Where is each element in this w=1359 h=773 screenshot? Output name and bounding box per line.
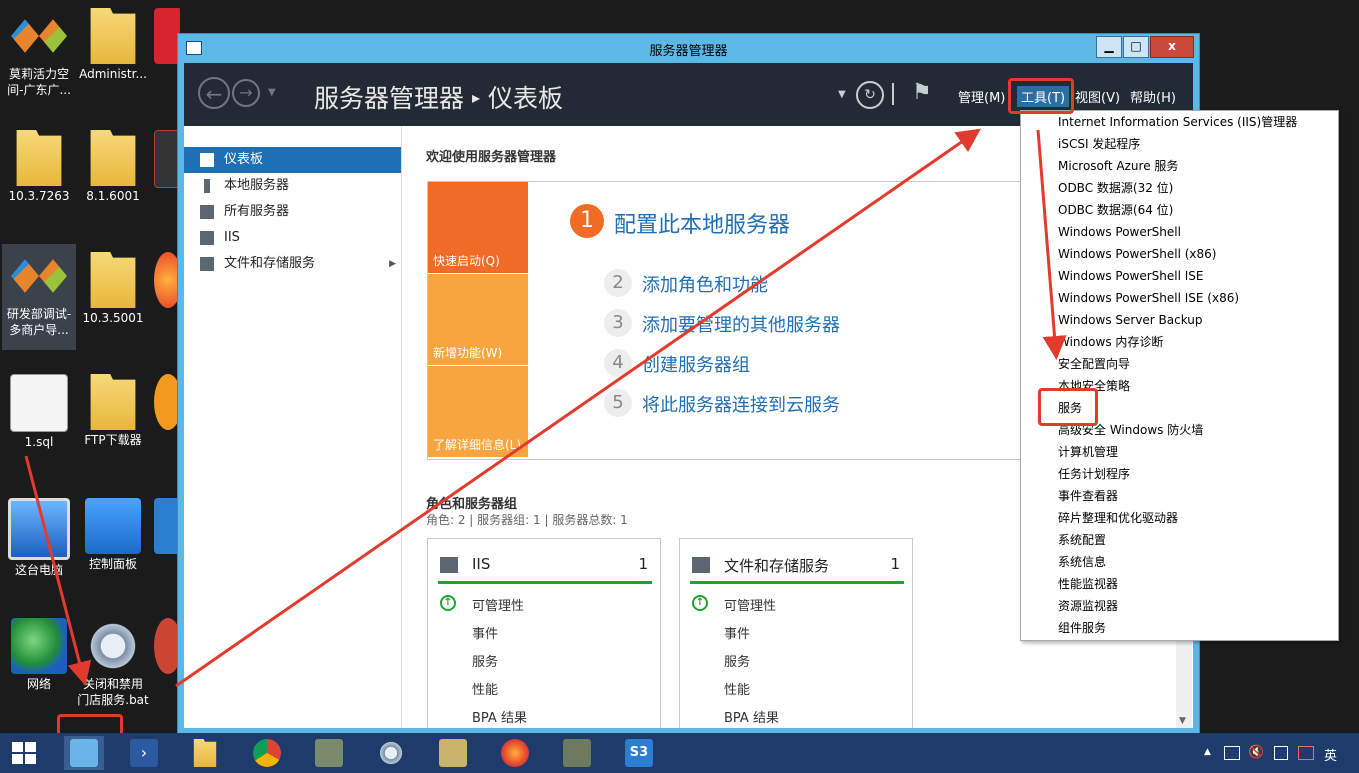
taskbar-file-explorer[interactable] (185, 736, 225, 770)
taskbar-network-tools[interactable] (433, 736, 473, 770)
file-explorer-icon (193, 739, 217, 767)
network-status-icon[interactable] (1224, 746, 1240, 760)
chrome-icon (253, 739, 281, 767)
taskbar-filezilla[interactable] (309, 736, 349, 770)
settings-gear-icon (377, 739, 405, 767)
taskbar-firefox[interactable] (495, 736, 535, 770)
s3-browser-icon: S3 (625, 739, 653, 767)
action-center-icon[interactable] (1274, 746, 1288, 760)
annotation-arrows (24, 128, 1067, 688)
arrow-to-taskbar (24, 455, 92, 686)
power-icon[interactable] (1298, 746, 1314, 760)
ime-indicator[interactable]: 英 (1324, 745, 1337, 764)
taskbar-settings[interactable] (371, 736, 411, 770)
start-button[interactable] (4, 736, 44, 770)
taskbar-filezilla-server[interactable] (557, 736, 597, 770)
volume-muted-icon[interactable]: 🔇 (1248, 745, 1264, 760)
taskbar: › S3 ▲ 🔇 英 (0, 733, 1359, 773)
firefox-icon (501, 739, 529, 767)
taskbar-powershell[interactable]: › (124, 736, 164, 770)
arrow-to-tools-menu (175, 128, 981, 688)
server-manager-icon (70, 739, 98, 767)
powershell-icon: › (130, 739, 158, 767)
network-tools-icon (439, 739, 467, 767)
show-hidden-icon[interactable]: ▲ (1204, 747, 1211, 757)
taskbar-chrome[interactable] (247, 736, 287, 770)
arrow-to-services (1036, 129, 1067, 360)
filezilla-icon (315, 739, 343, 767)
taskbar-s3-browser[interactable]: S3 (619, 736, 659, 770)
taskbar-server-manager[interactable] (64, 736, 104, 770)
filezilla-server-icon (563, 739, 591, 767)
start-icon (10, 739, 38, 767)
